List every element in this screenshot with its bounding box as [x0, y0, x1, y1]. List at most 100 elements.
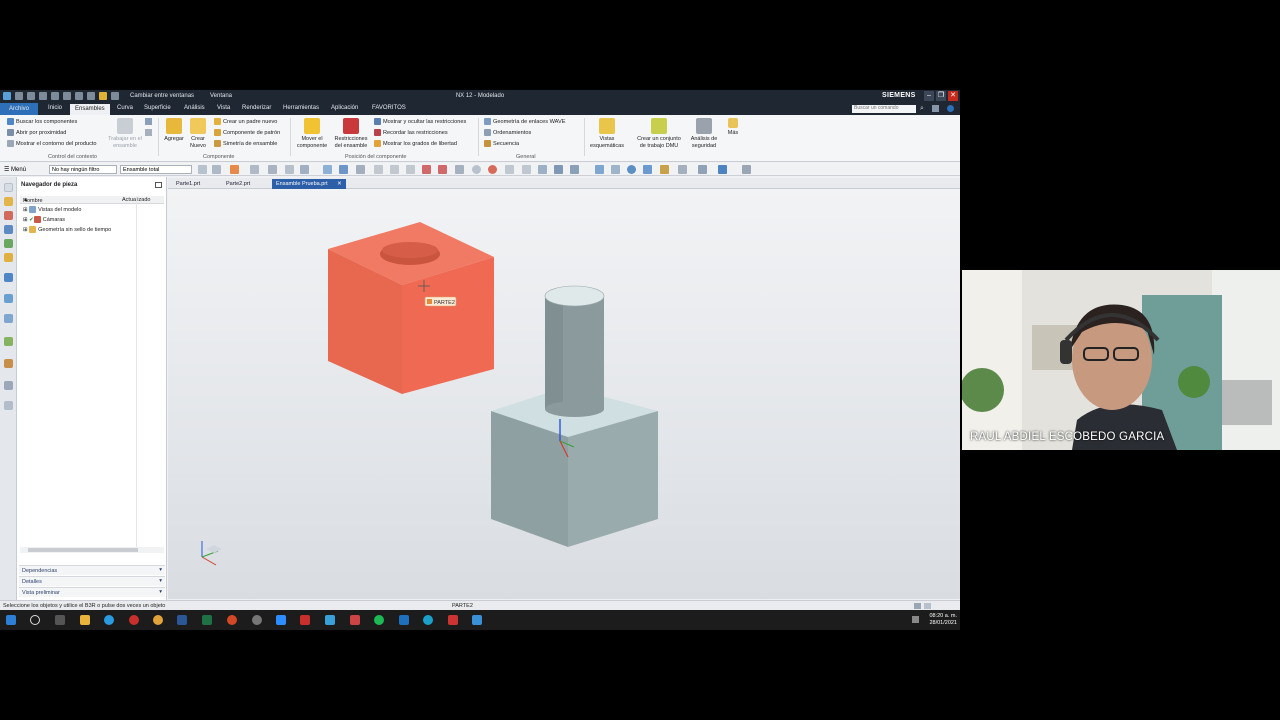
tab-ensambles[interactable]: Ensambles — [70, 104, 110, 115]
create-new-parent-button[interactable]: Crear un padre nuevo — [214, 118, 277, 125]
app-icon-cyan[interactable] — [423, 615, 433, 625]
assembly-navigator-icon[interactable] — [4, 197, 13, 206]
orient-view-icon[interactable] — [678, 165, 687, 174]
minimize-button[interactable]: – — [924, 91, 934, 101]
maximize-button[interactable]: ❐ — [936, 91, 946, 101]
tab-favoritos[interactable]: FAVORITOS — [372, 105, 406, 111]
manufacturing-wizards-icon[interactable] — [4, 359, 13, 368]
hd3d-tools-icon[interactable] — [4, 253, 13, 262]
tab-inicio[interactable]: Inicio — [48, 105, 62, 111]
roles-icon[interactable] — [4, 381, 13, 390]
tab-aplicacion[interactable]: Aplicación — [331, 105, 358, 111]
netflix-icon[interactable] — [300, 615, 310, 625]
panel-dependencies[interactable]: Dependencias ▾ — [19, 565, 165, 575]
remember-constraints-button[interactable]: Recordar las restricciones — [374, 129, 448, 136]
tab-curva[interactable]: Curva — [117, 105, 133, 111]
taskbar-clock[interactable]: 08:20 a. m. 28/01/2021 — [929, 613, 957, 627]
nx-app-icon[interactable] — [472, 615, 482, 625]
context-list-icon[interactable] — [145, 129, 152, 136]
edge-icon[interactable] — [104, 615, 114, 625]
find-components-button[interactable]: Buscar los componentes — [7, 118, 77, 125]
chrome-icon[interactable] — [153, 615, 163, 625]
tab-vista[interactable]: Vista — [217, 105, 230, 111]
create-dmu-workset-button[interactable]: Crear un conjunto de trabajo DMU — [632, 118, 686, 149]
maximize-panel-icon[interactable] — [155, 182, 162, 188]
select-all-icon[interactable] — [230, 165, 239, 174]
app-icon-red[interactable] — [350, 615, 360, 625]
wave-geometry-linker-button[interactable]: Geometría de enlaces WAVE — [484, 118, 565, 125]
task-view-icon[interactable] — [55, 615, 65, 625]
column-header-name[interactable]: Nombre ▲ — [23, 197, 43, 204]
cube-part2[interactable] — [328, 222, 494, 394]
app-icon-red-2[interactable] — [448, 615, 458, 625]
status-toggle-icon[interactable] — [914, 603, 921, 609]
3d-model-view[interactable]: PARTE2 — [168, 189, 960, 599]
web-browser-icon[interactable] — [4, 273, 13, 282]
tree-row-unused-items[interactable]: ⊞ Geometría sin sello de tiempo — [23, 226, 111, 233]
tab-analisis[interactable]: Análisis — [184, 105, 205, 111]
tree-row-cameras[interactable]: ⊞ ✔ Cámaras — [23, 216, 65, 223]
work-layer-icon[interactable] — [742, 165, 751, 174]
show-hide-constraints-button[interactable]: Mostrar y ocultar las restricciones — [374, 118, 466, 125]
tab-renderizar[interactable]: Renderizar — [242, 105, 271, 111]
mirror-assembly-button[interactable]: Simetría de ensamble — [214, 140, 277, 147]
add-component-button[interactable]: Agregar — [162, 118, 186, 143]
horizontal-scrollbar[interactable] — [20, 547, 164, 553]
powerpoint-icon[interactable] — [227, 615, 237, 625]
windows-start-icon[interactable] — [6, 615, 16, 625]
help-icon[interactable] — [947, 105, 954, 112]
command-search-input[interactable]: Buscar un comando — [852, 105, 916, 113]
opera-icon[interactable] — [129, 615, 139, 625]
safety-analysis-button[interactable]: Análisis de seguridad — [686, 118, 722, 149]
mid-point-icon[interactable] — [406, 165, 415, 174]
arc-center-icon[interactable] — [488, 165, 497, 174]
network-icon[interactable] — [912, 616, 919, 623]
doc-tab-parte1[interactable]: Parte1.prt — [172, 179, 204, 189]
system-scenes-icon[interactable] — [4, 401, 13, 410]
cylinder-top[interactable] — [544, 285, 605, 307]
process-studio-icon[interactable] — [4, 337, 13, 346]
panel-preview[interactable]: Vista preliminar ▾ — [19, 587, 165, 597]
center-point-icon[interactable] — [472, 165, 481, 174]
show-degrees-of-freedom-button[interactable]: Mostrar los grados de libertad — [374, 140, 457, 147]
excel-icon[interactable] — [202, 615, 212, 625]
show-product-outline-button[interactable]: Mostrar el contorno del producto — [7, 140, 97, 147]
base-block-part1[interactable] — [491, 285, 658, 547]
tab-archivo[interactable]: Archivo — [0, 103, 39, 115]
selection-scope-dropdown[interactable]: Ensamble total — [120, 165, 192, 174]
render-style-icon[interactable] — [698, 165, 707, 174]
sequence-button[interactable]: Secuencia — [484, 140, 519, 147]
search-icon[interactable] — [30, 615, 40, 625]
snap-tool-icon[interactable] — [268, 165, 277, 174]
tangent-icon[interactable] — [522, 165, 531, 174]
reuse-library-icon[interactable] — [4, 239, 13, 248]
spotify-icon[interactable] — [374, 615, 384, 625]
scrollbar-thumb[interactable] — [28, 548, 138, 552]
system-materials-icon[interactable] — [4, 314, 13, 323]
close-button[interactable]: ✕ — [948, 91, 958, 101]
snap-point-icon[interactable] — [356, 165, 365, 174]
tree-row-model-views[interactable]: ⊞ Vistas del modelo — [23, 206, 81, 213]
pan-icon[interactable] — [643, 165, 652, 174]
assembly-constraints-button[interactable]: Restricciones del ensamble — [330, 118, 372, 149]
history-icon[interactable] — [4, 294, 13, 303]
quadrant-icon[interactable] — [538, 165, 547, 174]
context-options-icon[interactable] — [145, 118, 152, 125]
face-snap-icon[interactable] — [554, 165, 563, 174]
settings-gear-icon[interactable] — [4, 183, 13, 192]
background-icon[interactable] — [718, 165, 727, 174]
filter-tool-icon[interactable] — [212, 165, 221, 174]
part-navigator-icon[interactable] — [4, 225, 13, 234]
file-explorer-icon[interactable] — [80, 615, 90, 625]
settings-app-icon[interactable] — [252, 615, 262, 625]
solidworks-icon[interactable] — [325, 615, 335, 625]
curve-snap-icon[interactable] — [422, 165, 431, 174]
layout-icon[interactable] — [932, 105, 939, 112]
tab-herramientas[interactable]: Herramientas — [283, 105, 319, 111]
edit-section-icon[interactable] — [660, 165, 669, 174]
doc-tab-parte2[interactable]: Parte2.prt — [222, 179, 254, 189]
view-cube-icon[interactable] — [323, 165, 332, 174]
box-select-icon[interactable] — [285, 165, 294, 174]
open-by-proximity-button[interactable]: Abrir por proximidad — [7, 129, 66, 136]
panel-details[interactable]: Detalles ▾ — [19, 576, 165, 586]
